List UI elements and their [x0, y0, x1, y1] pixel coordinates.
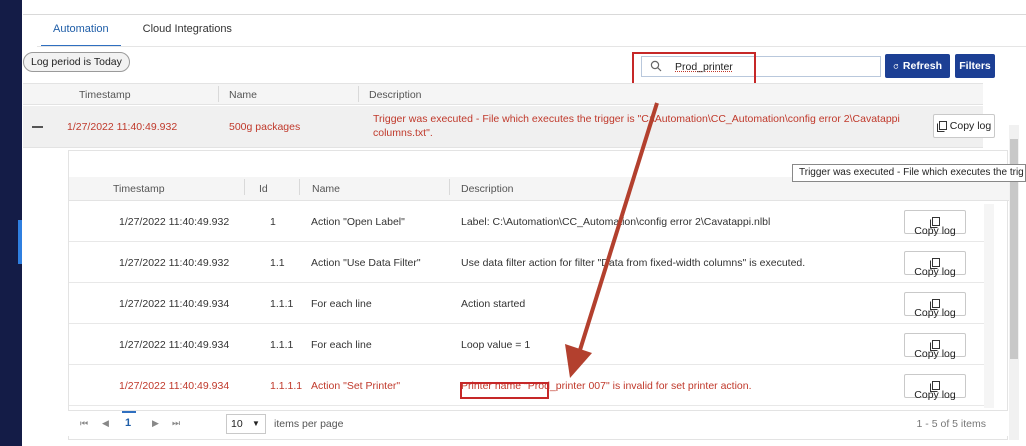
next-page-icon[interactable]: ▶ [152, 418, 159, 429]
first-page-icon[interactable]: ⏮ [80, 418, 88, 429]
description-tooltip: Trigger was executed - File which execut… [792, 164, 1026, 182]
column-divider [299, 179, 300, 195]
row-timestamp: 1/27/2022 11:40:49.932 [119, 257, 230, 269]
items-range: 1 - 5 of 5 items [916, 418, 986, 430]
table-row[interactable]: 1/27/2022 11:40:49.932 1 Action "Open La… [69, 202, 989, 242]
invalid-printer-highlight-box [460, 382, 549, 399]
tab-cloud-integrations[interactable]: Cloud Integrations [143, 23, 232, 47]
page-size-value: 10 [231, 418, 243, 430]
table-row[interactable]: 1/27/2022 11:40:49.934 1.1.1 For each li… [69, 325, 989, 365]
row-description: Action started [461, 298, 526, 310]
tab-automation[interactable]: Automation [41, 23, 121, 47]
copy-log-button[interactable]: Copy log [904, 374, 966, 401]
copy-log-label: Copy log [914, 307, 956, 319]
page-number-current[interactable]: 1 [125, 417, 131, 429]
refresh-label: Refresh [902, 60, 942, 72]
column-divider [244, 179, 245, 195]
refresh-button[interactable]: Refresh [885, 54, 950, 78]
refresh-icon [893, 63, 899, 69]
copy-icon [936, 120, 947, 132]
row-description: Use data filter action for filter "Data … [461, 257, 806, 269]
row-id: 1 [270, 216, 276, 228]
row-name: For each line [311, 298, 372, 310]
chevron-down-icon: ▼ [252, 419, 260, 428]
detail-scrollbar[interactable] [984, 204, 994, 408]
row-name: Action "Open Label" [311, 216, 405, 228]
row-id: 1.1.1 [270, 298, 294, 310]
copy-log-label: Copy log [914, 389, 956, 401]
row-description: Loop value = 1 [461, 339, 531, 351]
items-per-page-label: items per page [274, 418, 344, 430]
filters-button[interactable]: Filters [955, 54, 995, 78]
tab-bar: Automation Cloud Integrations [41, 23, 232, 47]
prev-page-icon[interactable]: ◀ [102, 418, 109, 429]
copy-log-button[interactable]: Copy log [933, 114, 995, 138]
column-header-name[interactable]: Name [229, 89, 257, 101]
row-timestamp: 1/27/2022 11:40:49.934 [119, 298, 230, 310]
row-timestamp: 1/27/2022 11:40:49.934 [119, 339, 230, 351]
column-divider [218, 86, 219, 102]
row-id: 1.1.1.1 [270, 380, 303, 392]
row-name: Action "Set Printer" [311, 380, 401, 392]
column-header-description[interactable]: Description [369, 89, 422, 101]
collapse-icon[interactable] [32, 126, 43, 128]
app-sidebar [0, 0, 22, 446]
copy-log-label: Copy log [914, 348, 956, 360]
column-divider [358, 86, 359, 102]
row-timestamp: 1/27/2022 11:40:49.932 [67, 121, 178, 133]
row-name: Action "Use Data Filter" [311, 257, 421, 269]
row-description: Trigger was executed - File which execut… [373, 113, 900, 139]
current-page-indicator [122, 411, 136, 413]
copy-log-button[interactable]: Copy log [904, 210, 966, 237]
row-timestamp: 1/27/2022 11:40:49.932 [119, 216, 230, 228]
tab-divider [37, 46, 1026, 47]
row-id: 1.1 [270, 257, 285, 269]
column-header-timestamp[interactable]: Timestamp [79, 89, 131, 101]
sidebar-active-indicator [18, 220, 22, 264]
row-id: 1.1.1 [270, 339, 294, 351]
table-row[interactable]: 1/27/2022 11:40:49.932 500g packages Tri… [23, 106, 995, 148]
row-timestamp: 1/27/2022 11:40:49.934 [119, 380, 230, 392]
copy-log-button[interactable]: Copy log [904, 292, 966, 319]
row-name: For each line [311, 339, 372, 351]
column-header-id[interactable]: Id [259, 183, 268, 195]
outer-table-header: Timestamp Name Description [23, 83, 983, 105]
copy-log-label: Copy log [914, 225, 956, 237]
row-description: Label: C:\Automation\CC_Automation\confi… [461, 216, 771, 228]
copy-log-button[interactable]: Copy log [904, 333, 966, 360]
copy-log-label: Copy log [914, 266, 956, 278]
copy-log-button[interactable]: Copy log [904, 251, 966, 278]
pagination-bar: ⏮ ◀ 1 ▶ ⏭ 10 ▼ items per page 1 - 5 of 5… [68, 410, 1008, 436]
column-divider [449, 179, 450, 195]
last-page-icon[interactable]: ⏭ [172, 418, 180, 429]
table-row[interactable]: 1/27/2022 11:40:49.932 1.1 Action "Use D… [69, 243, 989, 283]
column-header-timestamp[interactable]: Timestamp [113, 183, 165, 195]
row-name: 500g packages [229, 121, 301, 133]
column-header-description[interactable]: Description [461, 183, 514, 195]
log-period-filter[interactable]: Log period is Today [23, 52, 130, 72]
page-size-select[interactable]: 10 ▼ [226, 414, 266, 434]
table-row[interactable]: 1/27/2022 11:40:49.934 1.1.1 For each li… [69, 284, 989, 324]
copy-log-label: Copy log [949, 120, 992, 132]
column-header-name[interactable]: Name [312, 183, 340, 195]
